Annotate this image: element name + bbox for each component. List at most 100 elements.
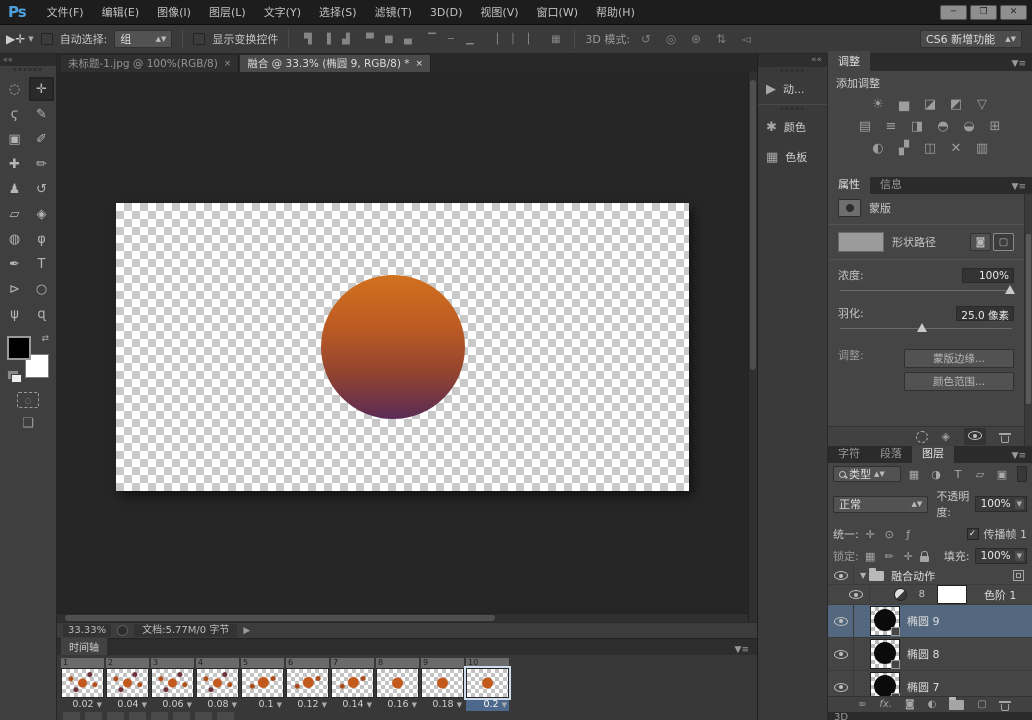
frame-duration[interactable]: 0.06 ▼ xyxy=(151,698,194,711)
status-popup-arrow-icon[interactable]: ▶ xyxy=(243,626,250,636)
threshold-icon[interactable]: ◫ xyxy=(922,140,938,156)
frame-thumbnail[interactable] xyxy=(61,668,104,698)
frame-5[interactable]: 5 0.1 ▼ xyxy=(241,658,284,711)
slider-thumb[interactable] xyxy=(1005,285,1015,294)
hand-tool[interactable]: ψ xyxy=(2,302,27,326)
filter-shape-layers-icon[interactable]: ▱ xyxy=(971,466,989,482)
lock-position-icon[interactable]: ✛ xyxy=(901,550,916,563)
filter-type-layers-icon[interactable]: T xyxy=(949,466,967,482)
delete-frame-button[interactable] xyxy=(217,712,234,720)
elliptical-marquee-tool[interactable]: ◌ xyxy=(2,77,27,101)
frame-thumbnail[interactable] xyxy=(241,668,284,698)
vibrance-icon[interactable]: ▽ xyxy=(974,96,990,112)
color-lookup-icon[interactable]: ⊞ xyxy=(987,118,1003,134)
close-tab-icon[interactable]: × xyxy=(416,59,424,69)
3d-slide-icon[interactable]: ⇅ xyxy=(712,32,730,46)
menu-window[interactable]: 窗口(W) xyxy=(528,4,587,20)
type-tool[interactable]: T xyxy=(29,252,54,276)
new-layer-icon[interactable]: ▢ xyxy=(977,699,986,710)
apply-mask-icon[interactable]: ◈ xyxy=(942,430,950,443)
blend-mode-dropdown[interactable]: 正常 ▲▼ xyxy=(833,496,928,513)
color-balance-icon[interactable]: ≡ xyxy=(883,118,899,134)
canvas-workspace[interactable] xyxy=(57,72,757,622)
density-value-field[interactable]: 100% xyxy=(962,268,1014,283)
workspace-switcher[interactable]: CS6 新增功能 ▲▼ xyxy=(920,30,1022,48)
dodge-tool[interactable]: φ xyxy=(29,227,54,251)
frame-duration[interactable]: 0.08 ▼ xyxy=(196,698,239,711)
foreground-color-swatch[interactable] xyxy=(7,336,31,360)
scrollbar-thumb[interactable] xyxy=(1026,234,1031,404)
play-button[interactable] xyxy=(129,712,146,720)
opacity-field[interactable]: 100% ▼ xyxy=(975,496,1027,512)
tween-button[interactable] xyxy=(173,712,190,720)
filter-kind-dropdown[interactable]: 类型 ▲▼ xyxy=(833,466,901,482)
scrollbar-thumb[interactable] xyxy=(65,615,495,621)
align-bottom-edges-icon[interactable]: ▟ xyxy=(337,31,354,47)
swap-colors-icon[interactable]: ⇄ xyxy=(41,334,49,344)
gradient-map-icon[interactable]: ▥ xyxy=(974,140,990,156)
delete-mask-icon[interactable] xyxy=(1000,431,1010,443)
frame-duration[interactable]: 0.04 ▼ xyxy=(106,698,149,711)
frame-thumbnail[interactable] xyxy=(331,668,374,698)
frame-thumbnail[interactable] xyxy=(106,668,149,698)
toolbox-collapse-icon[interactable]: «« xyxy=(0,54,56,66)
tab-layers[interactable]: 图层 xyxy=(912,443,954,463)
frame-1[interactable]: 1 0.02 ▼ xyxy=(61,658,104,711)
frame-8[interactable]: 8 0.16 ▼ xyxy=(376,658,419,711)
add-vector-mask-button[interactable]: ▢ xyxy=(993,233,1014,251)
frame-duration[interactable]: 0.18 ▼ xyxy=(421,698,464,711)
tab-properties[interactable]: 属性 xyxy=(828,174,870,194)
ellipse-tool[interactable]: ○ xyxy=(29,277,54,301)
photo-filter-icon[interactable]: ◓ xyxy=(935,118,951,134)
tab-3d-partial[interactable]: 3D xyxy=(828,712,1032,720)
previous-frame-button[interactable] xyxy=(107,712,124,720)
filter-smart-objects-icon[interactable]: ▣ xyxy=(993,466,1011,482)
posterize-icon[interactable]: ▞ xyxy=(896,140,912,156)
panel-button-swatches[interactable]: ▦ 色板 xyxy=(758,142,827,172)
fill-field[interactable]: 100% ▼ xyxy=(975,548,1027,564)
show-transform-checkbox[interactable] xyxy=(193,33,205,45)
zoom-level-field[interactable]: 33.33% xyxy=(63,624,111,637)
frame-thumbnail[interactable] xyxy=(421,668,464,698)
lock-all-icon[interactable] xyxy=(920,551,929,562)
frame-4[interactable]: 4 0.08 ▼ xyxy=(196,658,239,711)
menu-view[interactable]: 视图(V) xyxy=(471,4,527,20)
loop-option-button[interactable] xyxy=(63,712,80,720)
menu-select[interactable]: 选择(S) xyxy=(310,4,366,20)
panel-menu-icon[interactable]: ▼≡ xyxy=(1012,182,1032,194)
channel-mixer-icon[interactable]: ◒ xyxy=(961,118,977,134)
visibility-cell[interactable] xyxy=(828,567,854,584)
brightness-contrast-icon[interactable]: ☀ xyxy=(870,96,886,112)
screen-mode-button[interactable]: ❏ xyxy=(15,416,41,434)
auto-align-layers-icon[interactable]: ▦ xyxy=(547,31,564,47)
panel-menu-icon[interactable]: ▼≡ xyxy=(1012,59,1032,71)
clone-stamp-tool[interactable]: ♟ xyxy=(2,177,27,201)
slider-thumb[interactable] xyxy=(917,323,927,332)
add-pixel-mask-button[interactable]: ◙ xyxy=(970,233,991,251)
filter-adjustment-layers-icon[interactable]: ◑ xyxy=(927,466,945,482)
frame-9[interactable]: 9 0.18 ▼ xyxy=(421,658,464,711)
distribute-left-icon[interactable]: ▕ xyxy=(485,31,502,47)
black-white-icon[interactable]: ◨ xyxy=(909,118,925,134)
distribute-middle-icon[interactable]: ─ xyxy=(442,31,459,47)
exposure-icon[interactable]: ◩ xyxy=(948,96,964,112)
panel-menu-icon[interactable]: ▼≡ xyxy=(1012,451,1032,463)
distribute-top-icon[interactable]: ▔ xyxy=(423,31,440,47)
layer-group-row[interactable]: ▼ 融合动作 xyxy=(828,567,1032,585)
frame-6[interactable]: 6 0.12 ▼ xyxy=(286,658,329,711)
brush-tool[interactable]: ✏ xyxy=(29,152,54,176)
frame-duration[interactable]: 0.02 ▼ xyxy=(61,698,104,711)
visibility-cell[interactable] xyxy=(828,671,854,696)
paint-bucket-tool[interactable]: ◈ xyxy=(29,202,54,226)
tab-adjustments[interactable]: 调整 xyxy=(828,51,870,71)
quick-mask-button[interactable]: ◌ xyxy=(17,392,39,408)
tool-preset-picker[interactable]: ▶✛ ▼ xyxy=(6,32,34,46)
vertical-scrollbar[interactable] xyxy=(748,72,757,622)
filter-pixel-layers-icon[interactable]: ▦ xyxy=(905,466,923,482)
group-expand-caret-icon[interactable]: ▼ xyxy=(860,571,866,580)
quick-selection-tool[interactable]: ✎ xyxy=(29,102,54,126)
layer-row-ellipse9-selected[interactable]: 椭圆 9 xyxy=(828,605,1032,638)
frame-duration[interactable]: 0.16 ▼ xyxy=(376,698,419,711)
tab-character[interactable]: 字符 xyxy=(828,443,870,463)
scrollbar-thumb[interactable] xyxy=(750,80,756,370)
